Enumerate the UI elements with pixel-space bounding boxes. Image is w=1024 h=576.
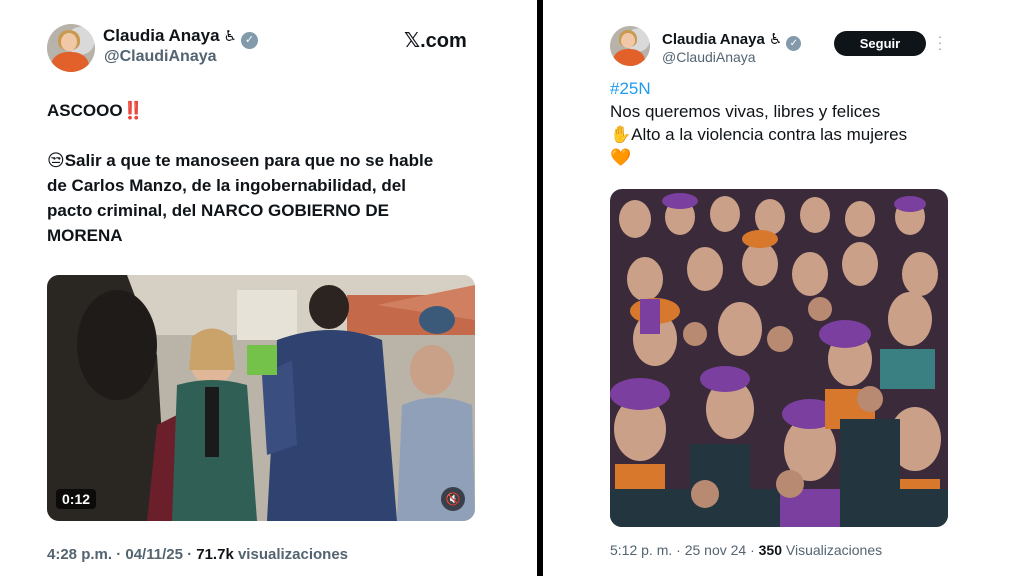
author-avatar[interactable] bbox=[47, 24, 95, 72]
more-options-icon[interactable]: · · · bbox=[936, 29, 944, 55]
tweet-footer: 4:28 p.m. · 04/11/25 · 71.7k visualizaci… bbox=[47, 546, 348, 563]
verified-badge-icon: ✓ bbox=[240, 32, 258, 49]
views-label: visualizaciones bbox=[233, 546, 349, 563]
tweet-timestamp[interactable]: 5:12 p. m. · 25 nov 24 · bbox=[610, 542, 759, 558]
tweet-line: ASCOOO‼️ bbox=[47, 101, 144, 120]
wheelchair-icon: ♿ bbox=[223, 28, 237, 45]
tweet-line bbox=[47, 123, 517, 148]
tweet-text: ASCOOO‼️ 😒Salir a que te manoseen para q… bbox=[47, 98, 517, 248]
tweet-line: 😒Salir a que te manoseen para que no se … bbox=[47, 151, 434, 170]
tweet-footer: 5:12 p. m. · 25 nov 24 · 350 Visualizaci… bbox=[610, 542, 882, 558]
tweet-line: ✋Alto a la violencia contra las mujeres bbox=[610, 125, 908, 144]
tweet-text: #25N Nos queremos vivas, libres y felice… bbox=[610, 77, 1010, 169]
views-label: Visualizaciones bbox=[782, 542, 883, 558]
author-name[interactable]: Claudia Anaya ♿ ✓ bbox=[662, 30, 802, 51]
wheelchair-icon: ♿ bbox=[768, 31, 783, 48]
video-duration: 0:12 bbox=[56, 489, 97, 509]
verified-badge-icon: ✓ bbox=[786, 36, 802, 51]
tweet-timestamp[interactable]: 4:28 p.m. · 04/11/25 · bbox=[47, 546, 196, 563]
tweet-line: de Carlos Manzo, de la ingobernabilidad,… bbox=[47, 176, 406, 195]
right-tweet: Claudia Anaya ♿ ✓ @ClaudiAnaya Seguir · · · … bbox=[543, 0, 1024, 576]
hashtag-link[interactable]: #25N bbox=[610, 77, 1010, 100]
x-logo-source: 𝕏.com bbox=[404, 30, 467, 52]
author-handle[interactable]: @ClaudiAnaya bbox=[104, 48, 217, 66]
follow-button[interactable]: Seguir bbox=[834, 31, 926, 56]
views-count: 71.7k bbox=[196, 546, 234, 563]
video-player[interactable]: 0:12 🔇 bbox=[47, 275, 475, 521]
author-avatar[interactable] bbox=[610, 26, 650, 66]
tweet-line: Nos queremos vivas, libres y felices bbox=[610, 102, 881, 121]
video-frame bbox=[47, 275, 475, 521]
mute-icon[interactable]: 🔇 bbox=[441, 487, 465, 511]
author-handle[interactable]: @ClaudiAnaya bbox=[662, 49, 756, 65]
tweet-image[interactable] bbox=[610, 189, 948, 527]
left-tweet: Claudia Anaya ♿ ✓ @ClaudiAnaya 𝕏.com ASCOO… bbox=[0, 0, 537, 576]
tweet-line: MORENA bbox=[47, 226, 123, 245]
crowd-of-women-image bbox=[610, 189, 948, 527]
views-count: 350 bbox=[758, 542, 782, 558]
author-name[interactable]: Claudia Anaya ♿ ✓ bbox=[103, 26, 258, 49]
tweet-line: 🧡 bbox=[610, 148, 632, 167]
tweet-line: pacto criminal, del NARCO GOBIERNO DE bbox=[47, 201, 389, 220]
